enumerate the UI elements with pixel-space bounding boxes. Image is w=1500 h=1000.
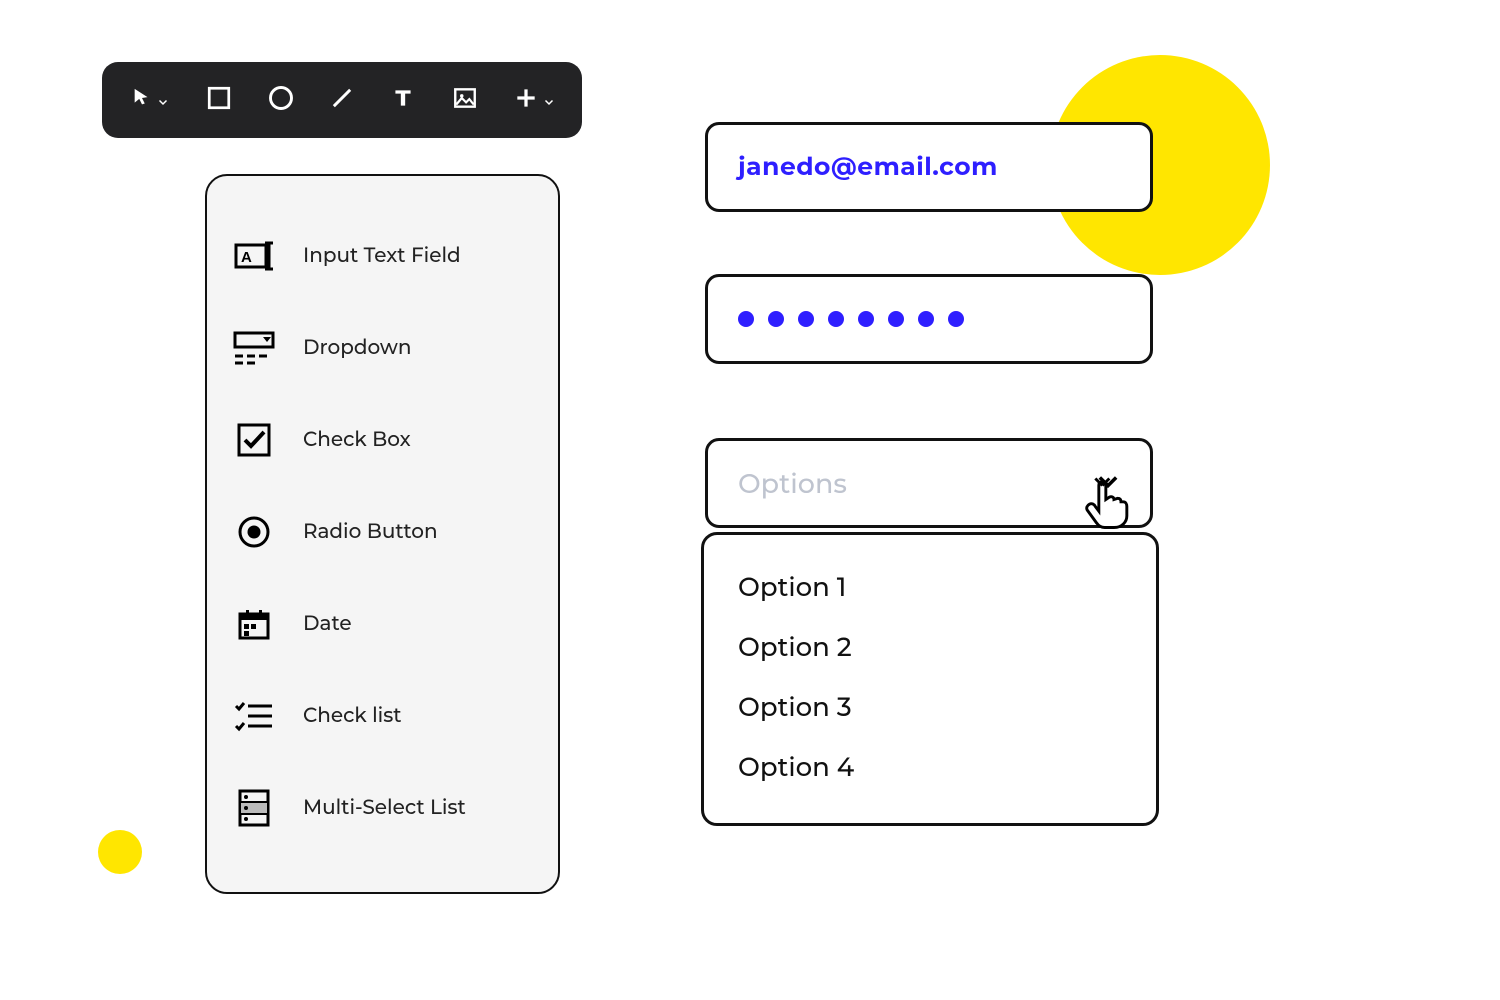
svg-text:A: A [241, 249, 252, 266]
menu-item-label: Dropdown [303, 336, 411, 360]
rectangle-tool[interactable] [199, 85, 238, 116]
menu-item-checklist[interactable]: Check list [233, 670, 532, 762]
calendar-icon [233, 603, 275, 645]
image-icon [452, 85, 478, 116]
checkbox-icon [233, 419, 275, 461]
plus-icon [513, 85, 539, 116]
options-dropdown: Option 1 Option 2 Option 3 Option 4 [701, 532, 1159, 826]
chevron-down-icon [543, 94, 555, 106]
menu-item-input-text[interactable]: A Input Text Field [233, 210, 532, 302]
menu-item-label: Date [303, 612, 352, 636]
pointer-icon [131, 87, 153, 114]
text-icon [390, 85, 416, 116]
menu-item-date[interactable]: Date [233, 578, 532, 670]
line-icon [328, 84, 356, 117]
password-field[interactable] [705, 274, 1153, 364]
text-tool[interactable] [384, 85, 423, 116]
dropdown-icon [233, 327, 275, 369]
menu-item-label: Input Text Field [303, 244, 461, 268]
menu-item-label: Check Box [303, 428, 411, 452]
option-item[interactable]: Option 2 [738, 617, 1128, 677]
email-field[interactable]: janedo@email.com [705, 122, 1153, 212]
option-item[interactable]: Option 4 [738, 737, 1128, 797]
add-tool[interactable] [507, 85, 562, 116]
cursor-hand-icon [1079, 475, 1135, 531]
email-value: janedo@email.com [738, 152, 998, 182]
menu-item-dropdown[interactable]: Dropdown [233, 302, 532, 394]
menu-item-multiselect[interactable]: Multi-Select List [233, 762, 532, 854]
pointer-tool[interactable] [122, 87, 177, 114]
menu-item-radio[interactable]: Radio Button [233, 486, 532, 578]
menu-item-label: Check list [303, 704, 402, 728]
line-tool[interactable] [322, 84, 361, 117]
radio-icon [233, 511, 275, 553]
drawing-toolbar [102, 62, 582, 138]
widget-menu: A Input Text Field Dropdown Check Box Ra… [205, 174, 560, 894]
circle-icon [267, 84, 295, 117]
chevron-down-icon [157, 94, 169, 106]
multi-select-icon [233, 787, 275, 829]
menu-item-label: Radio Button [303, 520, 438, 544]
menu-item-checkbox[interactable]: Check Box [233, 394, 532, 486]
password-dots [738, 311, 964, 327]
image-tool[interactable] [445, 85, 484, 116]
decorative-circle-small [98, 830, 142, 874]
menu-item-label: Multi-Select List [303, 796, 466, 820]
checklist-icon [233, 695, 275, 737]
square-icon [206, 85, 232, 116]
option-item[interactable]: Option 1 [738, 557, 1128, 617]
select-placeholder: Options [738, 467, 847, 500]
circle-tool[interactable] [261, 84, 300, 117]
input-text-icon: A [233, 235, 275, 277]
option-item[interactable]: Option 3 [738, 677, 1128, 737]
